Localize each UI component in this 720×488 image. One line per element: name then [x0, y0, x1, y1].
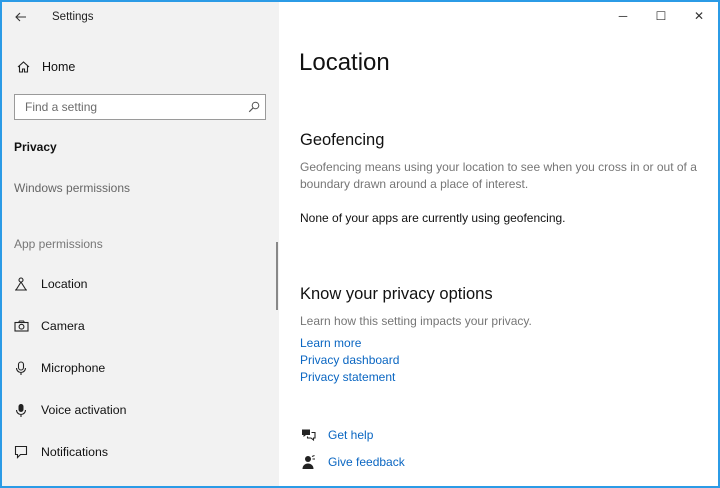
sidebar-item-label: Camera: [41, 319, 85, 333]
get-help-label: Get help: [328, 428, 374, 442]
section-heading-privacy: Privacy: [14, 140, 57, 154]
sidebar-item-home[interactable]: Home: [2, 54, 279, 80]
home-icon: [15, 61, 31, 73]
sidebar-item-label: Voice activation: [41, 403, 127, 417]
sidebar-item-label: Location: [41, 277, 88, 291]
sidebar-item-label: Microphone: [41, 361, 106, 375]
microphone-icon: [13, 360, 29, 376]
sidebar-item-voice-activation[interactable]: Voice activation: [2, 396, 279, 424]
privacy-dashboard-link[interactable]: Privacy dashboard: [300, 353, 399, 367]
sidebar-item-notifications[interactable]: Notifications: [2, 438, 279, 466]
maximize-button[interactable]: ☐: [642, 2, 680, 30]
geofencing-description: Geofencing means using your location to …: [300, 160, 697, 191]
search-icon[interactable]: [243, 101, 265, 113]
minimize-button[interactable]: ─: [604, 2, 642, 30]
notifications-icon: [13, 445, 29, 459]
main-content: ─ ☐ ✕ Location Geofencing Geofencing mea…: [279, 2, 718, 486]
sidebar-item-camera[interactable]: Camera: [2, 312, 279, 340]
sidebar-item-location[interactable]: Location: [2, 270, 279, 298]
back-button[interactable]: [2, 2, 40, 32]
give-feedback-link[interactable]: Give feedback: [299, 452, 405, 472]
get-help-link[interactable]: Get help: [299, 425, 373, 445]
geofencing-heading: Geofencing: [300, 131, 385, 149]
app-title: Settings: [52, 11, 94, 23]
title-bar: Settings: [2, 2, 279, 32]
privacy-statement-link[interactable]: Privacy statement: [300, 370, 395, 384]
voice-activation-icon: [13, 403, 29, 418]
close-button[interactable]: ✕: [680, 2, 718, 30]
location-icon: [13, 277, 29, 291]
camera-icon: [13, 320, 29, 332]
caption-buttons: ─ ☐ ✕: [604, 2, 718, 32]
sidebar-item-windows-permissions[interactable]: Windows permissions: [14, 181, 130, 195]
give-feedback-icon: [299, 454, 317, 470]
search-input[interactable]: [15, 95, 243, 119]
sidebar-item-microphone[interactable]: Microphone: [2, 354, 279, 382]
geofencing-status: None of your apps are currently using ge…: [300, 211, 566, 225]
settings-window: Settings Home Privacy Windows permission…: [0, 0, 720, 488]
privacy-options-description: Learn how this setting impacts your priv…: [300, 314, 532, 328]
get-help-icon: [299, 428, 317, 442]
give-feedback-label: Give feedback: [328, 455, 405, 469]
sidebar: Settings Home Privacy Windows permission…: [2, 2, 279, 486]
privacy-options-heading: Know your privacy options: [300, 285, 493, 303]
back-arrow-icon: [15, 12, 26, 22]
page-title: Location: [299, 49, 390, 76]
sidebar-scrollbar[interactable]: [276, 242, 278, 310]
sidebar-item-label: Home: [42, 60, 76, 74]
sidebar-item-label: Notifications: [41, 445, 108, 459]
section-heading-app-permissions: App permissions: [14, 237, 103, 251]
search-box[interactable]: [14, 94, 266, 120]
learn-more-link[interactable]: Learn more: [300, 336, 361, 350]
